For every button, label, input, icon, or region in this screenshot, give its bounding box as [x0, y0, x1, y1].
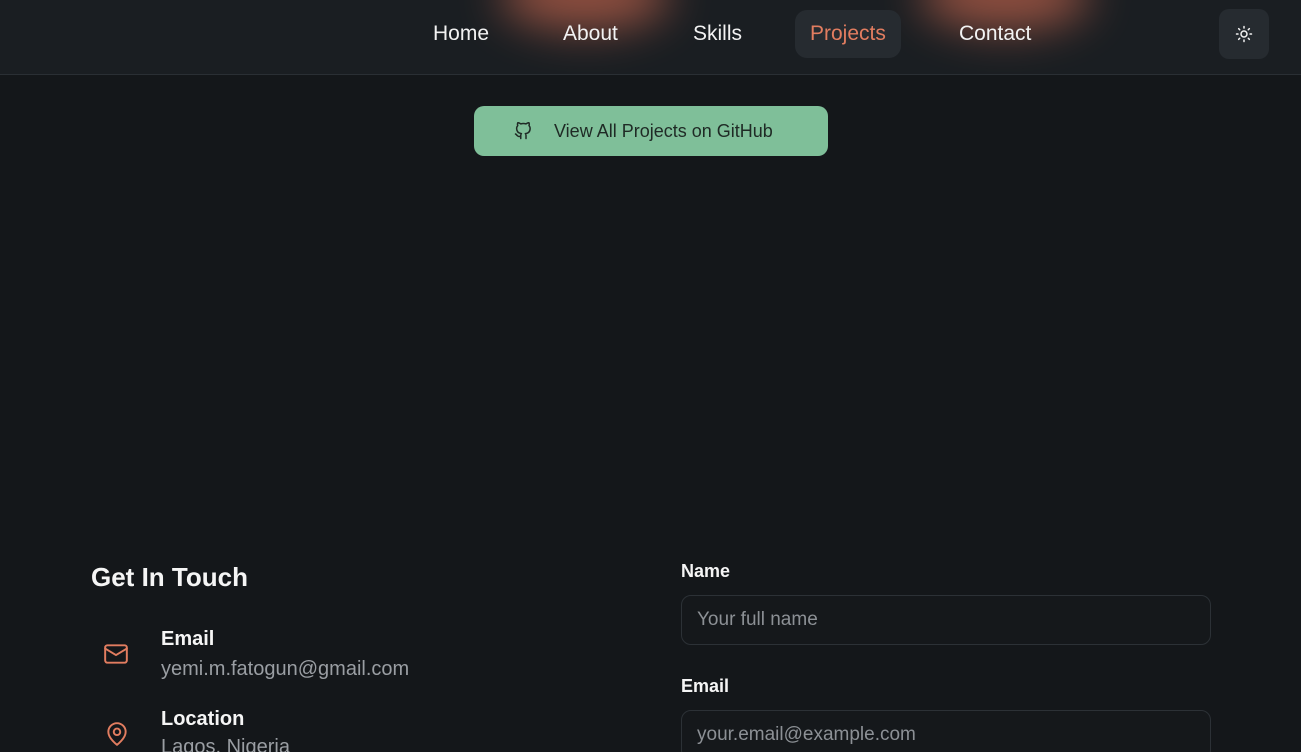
top-nav-bar: Home About Skills Projects Contact: [0, 0, 1301, 75]
view-github-projects-button[interactable]: View All Projects on GitHub: [474, 106, 828, 156]
contact-email-link[interactable]: yemi.m.fatogun@gmail.com: [161, 658, 409, 681]
theme-toggle-button[interactable]: [1219, 9, 1269, 59]
nav-home-link[interactable]: Home: [418, 10, 504, 58]
map-pin-icon: [107, 722, 127, 746]
github-icon: [514, 122, 531, 140]
email-field-label: Email: [681, 676, 730, 696]
name-input[interactable]: [681, 595, 1211, 645]
contact-email-label: Email: [161, 628, 215, 650]
contact-location-value: Lagos, Nigeria: [161, 736, 290, 752]
github-button-label: View All Projects on GitHub: [554, 121, 773, 141]
contact-location-label: Location: [161, 708, 245, 730]
nav-about-link[interactable]: About: [548, 10, 633, 58]
nav-projects-link[interactable]: Projects: [795, 10, 901, 58]
sun-icon: [1235, 25, 1253, 43]
page: Home About Skills Projects Contact View …: [0, 0, 1301, 752]
nav-contact-link[interactable]: Contact: [944, 10, 1046, 58]
email-input[interactable]: [681, 710, 1211, 752]
name-field-label: Name: [681, 561, 731, 581]
contact-title: Get In Touch: [91, 562, 248, 592]
main-nav: Home About Skills Projects Contact: [0, 0, 1301, 74]
nav-skills-link[interactable]: Skills: [678, 10, 757, 58]
mail-icon: [104, 644, 128, 664]
